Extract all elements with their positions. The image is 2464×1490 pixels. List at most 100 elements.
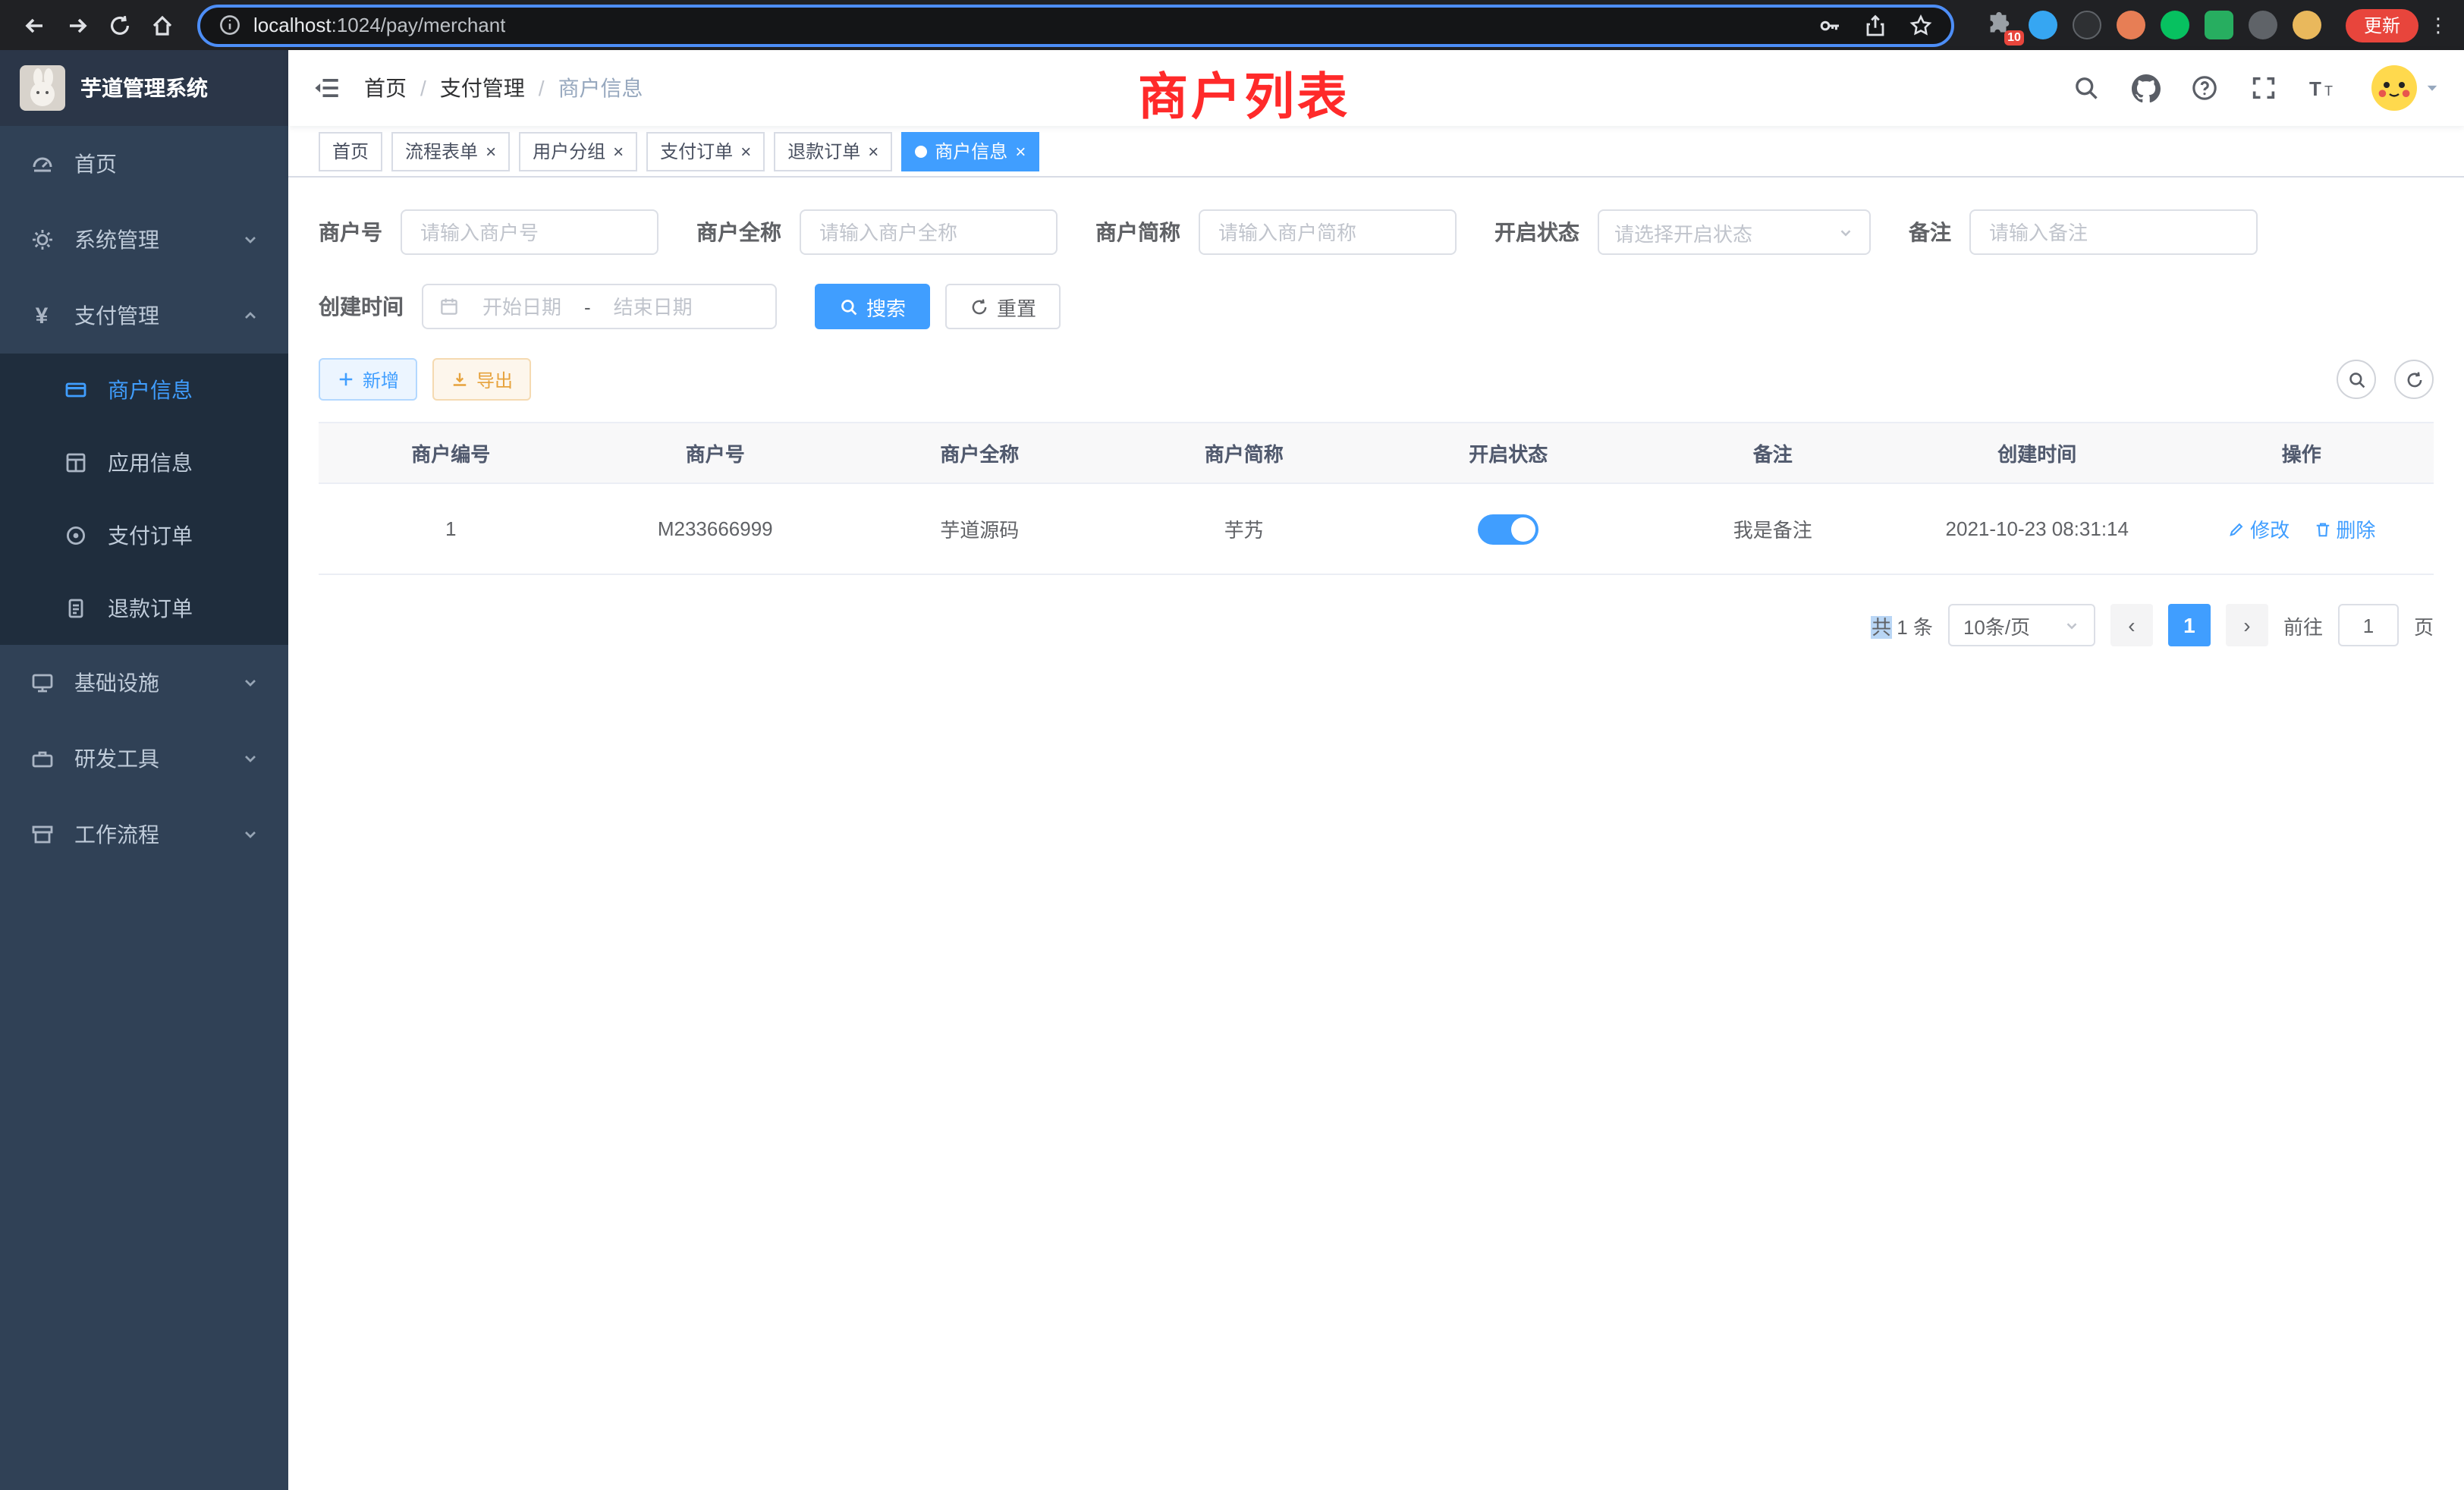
- svg-text:T: T: [2309, 77, 2321, 100]
- extension-icon[interactable]: [2293, 11, 2321, 39]
- export-button[interactable]: 导出: [432, 358, 531, 401]
- goto-page-input[interactable]: [2338, 604, 2399, 646]
- filter-label-short-name: 商户简称: [1095, 217, 1180, 247]
- filter-label-create-time: 创建时间: [319, 291, 404, 322]
- extension-icon[interactable]: [2117, 11, 2145, 39]
- forward-icon[interactable]: [58, 5, 97, 45]
- user-avatar[interactable]: [2371, 65, 2417, 111]
- sidebar: 芋道管理系统 首页 系统管理 ¥ 支付管理: [0, 50, 288, 1490]
- tab-close-icon[interactable]: ×: [868, 142, 878, 160]
- hamburger-icon[interactable]: [313, 74, 340, 102]
- remark-input[interactable]: [1986, 219, 2241, 245]
- credit-card-icon: [62, 377, 88, 403]
- tab-merchant-info[interactable]: 商户信息×: [901, 131, 1039, 171]
- sidebar-item-pay[interactable]: ¥ 支付管理: [0, 278, 288, 354]
- sidebar-item-merchant-info[interactable]: 商户信息: [0, 354, 288, 426]
- filter-label-merchant-no: 商户号: [319, 217, 382, 247]
- dashboard-icon: [29, 151, 55, 177]
- logo-avatar: [20, 65, 65, 111]
- page-size-select[interactable]: 10条/页: [1948, 604, 2095, 646]
- col-header: 开启状态: [1376, 423, 1641, 483]
- breadcrumb-pay[interactable]: 支付管理: [440, 73, 525, 103]
- add-button[interactable]: 新增: [319, 358, 417, 401]
- date-start-input[interactable]: [470, 294, 574, 319]
- status-toggle[interactable]: [1478, 514, 1538, 544]
- filter-label-status: 开启状态: [1494, 217, 1579, 247]
- share-icon[interactable]: [1863, 13, 1887, 37]
- chrome-update-button[interactable]: 更新: [2346, 8, 2418, 42]
- help-icon[interactable]: [2188, 71, 2221, 105]
- toggle-search-icon[interactable]: [2337, 360, 2376, 399]
- prev-page-button[interactable]: ‹: [2110, 604, 2153, 646]
- sidebar-item-system[interactable]: 系统管理: [0, 202, 288, 278]
- top-navbar: 首页 / 支付管理 / 商户信息 商户列表: [288, 50, 2464, 126]
- cell-short-name: 芋艿: [1112, 483, 1377, 574]
- extensions-area: 10: [1969, 11, 2337, 39]
- next-page-button[interactable]: ›: [2226, 604, 2268, 646]
- cell-merchant-no: M233666999: [583, 483, 848, 574]
- tab-flow-form[interactable]: 流程表单×: [391, 131, 510, 171]
- home-icon[interactable]: [143, 5, 182, 45]
- tab-close-icon[interactable]: ×: [740, 142, 751, 160]
- extension-puzzle-icon[interactable]: 10: [1985, 11, 2013, 39]
- reload-icon[interactable]: [100, 5, 140, 45]
- back-icon[interactable]: [15, 5, 55, 45]
- tab-refund-order[interactable]: 退款订单×: [774, 131, 892, 171]
- tab-user-group[interactable]: 用户分组×: [519, 131, 637, 171]
- extension-icon[interactable]: [2249, 11, 2277, 39]
- github-icon[interactable]: [2129, 71, 2162, 105]
- url-bar[interactable]: localhost:1024/pay/merchant: [197, 4, 1954, 46]
- merchant-no-input[interactable]: [417, 219, 642, 245]
- extension-icon[interactable]: [2161, 11, 2189, 39]
- page-1-button[interactable]: 1: [2168, 604, 2211, 646]
- pay-submenu: 商户信息 应用信息 支付订单: [0, 354, 288, 645]
- date-end-input[interactable]: [602, 294, 705, 319]
- extension-icon[interactable]: [2205, 11, 2233, 39]
- full-name-input[interactable]: [816, 219, 1041, 245]
- col-header: 操作: [2170, 423, 2434, 483]
- reset-button[interactable]: 重置: [945, 284, 1061, 329]
- page-info-icon[interactable]: [218, 14, 241, 36]
- sidebar-item-devtools[interactable]: 研发工具: [0, 721, 288, 797]
- breadcrumb: 首页 / 支付管理 / 商户信息: [364, 73, 643, 103]
- caret-down-icon: [2425, 80, 2440, 96]
- refresh-table-icon[interactable]: [2394, 360, 2434, 399]
- user-menu[interactable]: [2371, 65, 2440, 111]
- bookmark-star-icon[interactable]: [1909, 13, 1933, 37]
- extension-icon[interactable]: [2029, 11, 2057, 39]
- tab-home[interactable]: 首页: [319, 131, 382, 171]
- chevron-down-icon: [241, 231, 259, 249]
- goto-label: 前往: [2283, 611, 2323, 640]
- sidebar-item-app-info[interactable]: 应用信息: [0, 426, 288, 499]
- sidebar-item-pay-order[interactable]: 支付订单: [0, 499, 288, 572]
- tab-close-icon[interactable]: ×: [1015, 142, 1026, 160]
- font-size-icon[interactable]: TT: [2306, 71, 2340, 105]
- create-time-range-picker[interactable]: -: [422, 284, 777, 329]
- chevron-up-icon: [241, 306, 259, 325]
- edit-link[interactable]: 修改: [2227, 514, 2290, 543]
- sidebar-item-infra[interactable]: 基础设施: [0, 645, 288, 721]
- filter-label-full-name: 商户全称: [696, 217, 781, 247]
- delete-link[interactable]: 删除: [2313, 514, 2375, 543]
- password-key-icon[interactable]: [1818, 13, 1842, 37]
- breadcrumb-home[interactable]: 首页: [364, 73, 407, 103]
- extension-icon[interactable]: [2073, 11, 2101, 39]
- cell-create-time: 2021-10-23 08:31:14: [1905, 483, 2170, 574]
- filter-label-remark: 备注: [1909, 217, 1951, 247]
- yen-icon: ¥: [29, 303, 55, 328]
- search-icon[interactable]: [2070, 71, 2103, 105]
- pagination: 共 1 条 10条/页 ‹ 1 › 前往 页: [319, 604, 2434, 646]
- tab-close-icon[interactable]: ×: [486, 142, 496, 160]
- search-button[interactable]: 搜索: [815, 284, 930, 329]
- fullscreen-icon[interactable]: [2247, 71, 2280, 105]
- short-name-input[interactable]: [1215, 219, 1440, 245]
- sidebar-item-refund-order[interactable]: 退款订单: [0, 572, 288, 645]
- sidebar-item-home[interactable]: 首页: [0, 126, 288, 202]
- app-title: 芋道管理系统: [80, 73, 208, 103]
- gear-icon: [29, 227, 55, 253]
- sidebar-item-workflow[interactable]: 工作流程: [0, 797, 288, 872]
- browser-menu-icon[interactable]: ⋮: [2428, 21, 2449, 29]
- status-select[interactable]: 请选择开启状态: [1598, 209, 1871, 255]
- tab-pay-order[interactable]: 支付订单×: [646, 131, 765, 171]
- tab-close-icon[interactable]: ×: [613, 142, 624, 160]
